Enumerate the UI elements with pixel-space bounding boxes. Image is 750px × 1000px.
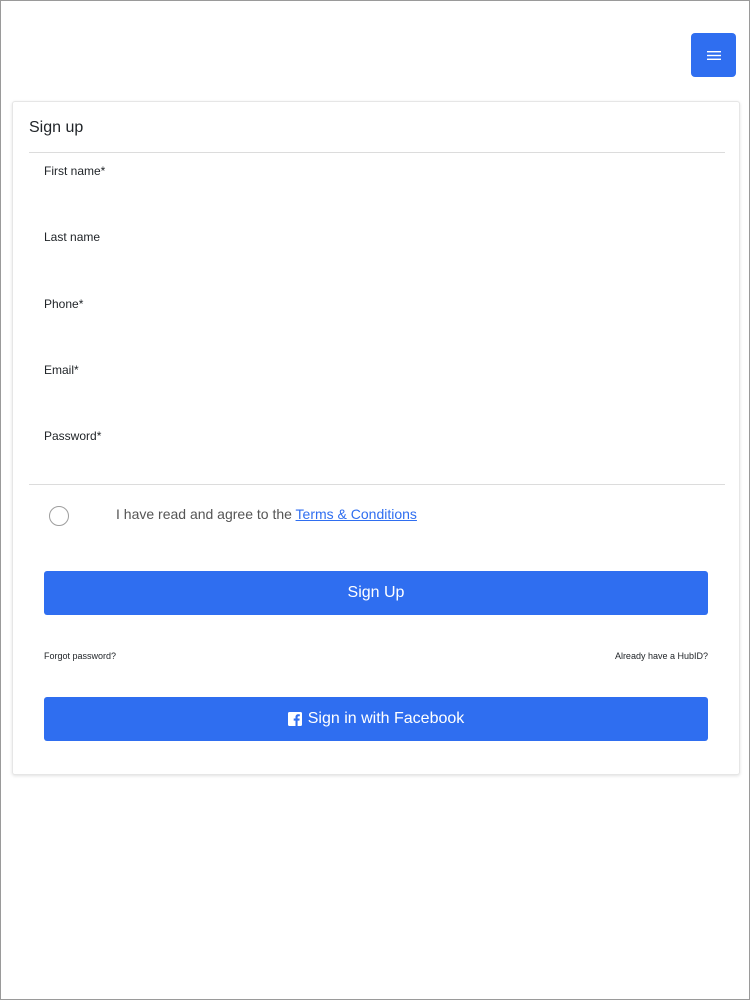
terms-link[interactable]: Terms & Conditions <box>296 506 417 522</box>
form-divider <box>29 484 725 485</box>
email-input[interactable] <box>44 381 708 411</box>
phone-label: Phone* <box>44 297 84 311</box>
last-name-field: Last name <box>44 230 708 278</box>
menu-button[interactable] <box>691 33 736 77</box>
email-label: Email* <box>44 363 79 377</box>
signup-button[interactable]: Sign Up <box>44 571 708 615</box>
first-name-field: First name* <box>44 164 708 212</box>
first-name-input[interactable] <box>44 182 708 212</box>
phone-input[interactable] <box>44 315 708 345</box>
card-title: Sign up <box>29 119 84 136</box>
facebook-signin-button[interactable]: Sign in with Facebook <box>44 697 708 741</box>
password-label: Password* <box>44 429 102 443</box>
hamburger-menu-icon <box>706 50 721 60</box>
facebook-button-label: Sign in with Facebook <box>307 710 465 727</box>
forgot-password-link[interactable]: Forgot password? <box>44 651 116 661</box>
already-have-hubid-link[interactable]: Already have a HubID? <box>615 651 708 661</box>
last-name-label: Last name <box>44 230 101 244</box>
signup-card: Sign up First name* Last name Phone* Ema… <box>12 101 740 775</box>
password-field: Password* <box>44 429 708 477</box>
password-input[interactable] <box>44 447 708 477</box>
facebook-icon <box>287 712 302 726</box>
page: Sign up First name* Last name Phone* Ema… <box>0 0 750 1000</box>
terms-checkbox[interactable] <box>49 506 69 526</box>
terms-agreement: I have read and agree to the Terms & Con… <box>116 506 417 522</box>
header-divider <box>29 152 725 153</box>
phone-field: Phone* <box>44 297 708 345</box>
email-field: Email* <box>44 363 708 411</box>
first-name-label: First name* <box>44 164 106 178</box>
agree-text: I have read and agree to the <box>116 506 296 522</box>
last-name-input[interactable] <box>44 248 708 278</box>
